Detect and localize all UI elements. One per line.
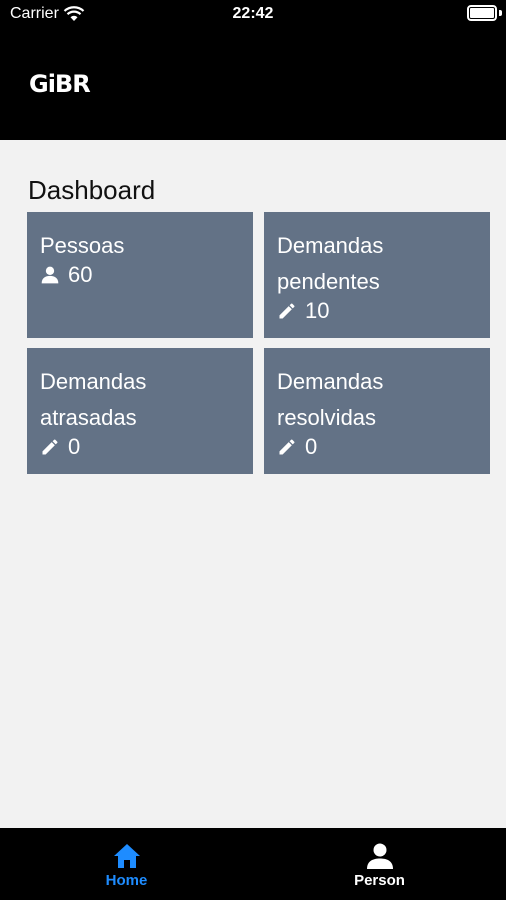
card-value-row: 0 xyxy=(40,432,241,462)
pencil-icon xyxy=(279,439,295,455)
tab-home-label: Home xyxy=(105,872,148,889)
card-pessoas[interactable]: Pessoas 60 xyxy=(27,212,253,338)
app-logo: GiBR xyxy=(29,70,91,98)
card-demandas-resolvidas[interactable]: Demandas resolvidas 0 xyxy=(264,348,490,474)
tab-bar: Home Person xyxy=(0,828,506,900)
card-value: 60 xyxy=(68,262,93,287)
person-icon xyxy=(41,266,59,284)
tab-home[interactable]: Home xyxy=(0,828,253,900)
status-time: 22:42 xyxy=(232,5,274,22)
app-header: GiBR xyxy=(0,30,506,140)
card-value: 10 xyxy=(305,298,330,323)
page-title: Dashboard xyxy=(28,175,156,205)
tab-person[interactable]: Person xyxy=(253,828,506,900)
home-icon xyxy=(113,844,140,868)
card-demandas-pendentes[interactable]: Demandas pendentes 10 xyxy=(264,212,490,338)
card-value: 0 xyxy=(305,434,318,459)
card-value-row: 0 xyxy=(277,432,478,462)
pencil-icon xyxy=(279,303,295,319)
card-title: Demandas atrasadas xyxy=(40,369,147,430)
card-title: Pessoas xyxy=(40,233,125,258)
card-value-row: 10 xyxy=(277,296,478,326)
card-title: Demandas pendentes xyxy=(277,233,384,294)
card-demandas-atrasadas[interactable]: Demandas atrasadas 0 xyxy=(27,348,253,474)
card-value-row: 60 xyxy=(40,260,241,290)
person-icon xyxy=(366,843,393,869)
tab-person-label: Person xyxy=(354,872,405,889)
card-title: Demandas resolvidas xyxy=(277,369,384,430)
pencil-icon xyxy=(42,439,58,455)
status-bar: Carrier 22:42 xyxy=(0,0,506,30)
battery-icon xyxy=(467,5,497,21)
card-value: 0 xyxy=(68,434,81,459)
battery-tip xyxy=(499,10,502,16)
